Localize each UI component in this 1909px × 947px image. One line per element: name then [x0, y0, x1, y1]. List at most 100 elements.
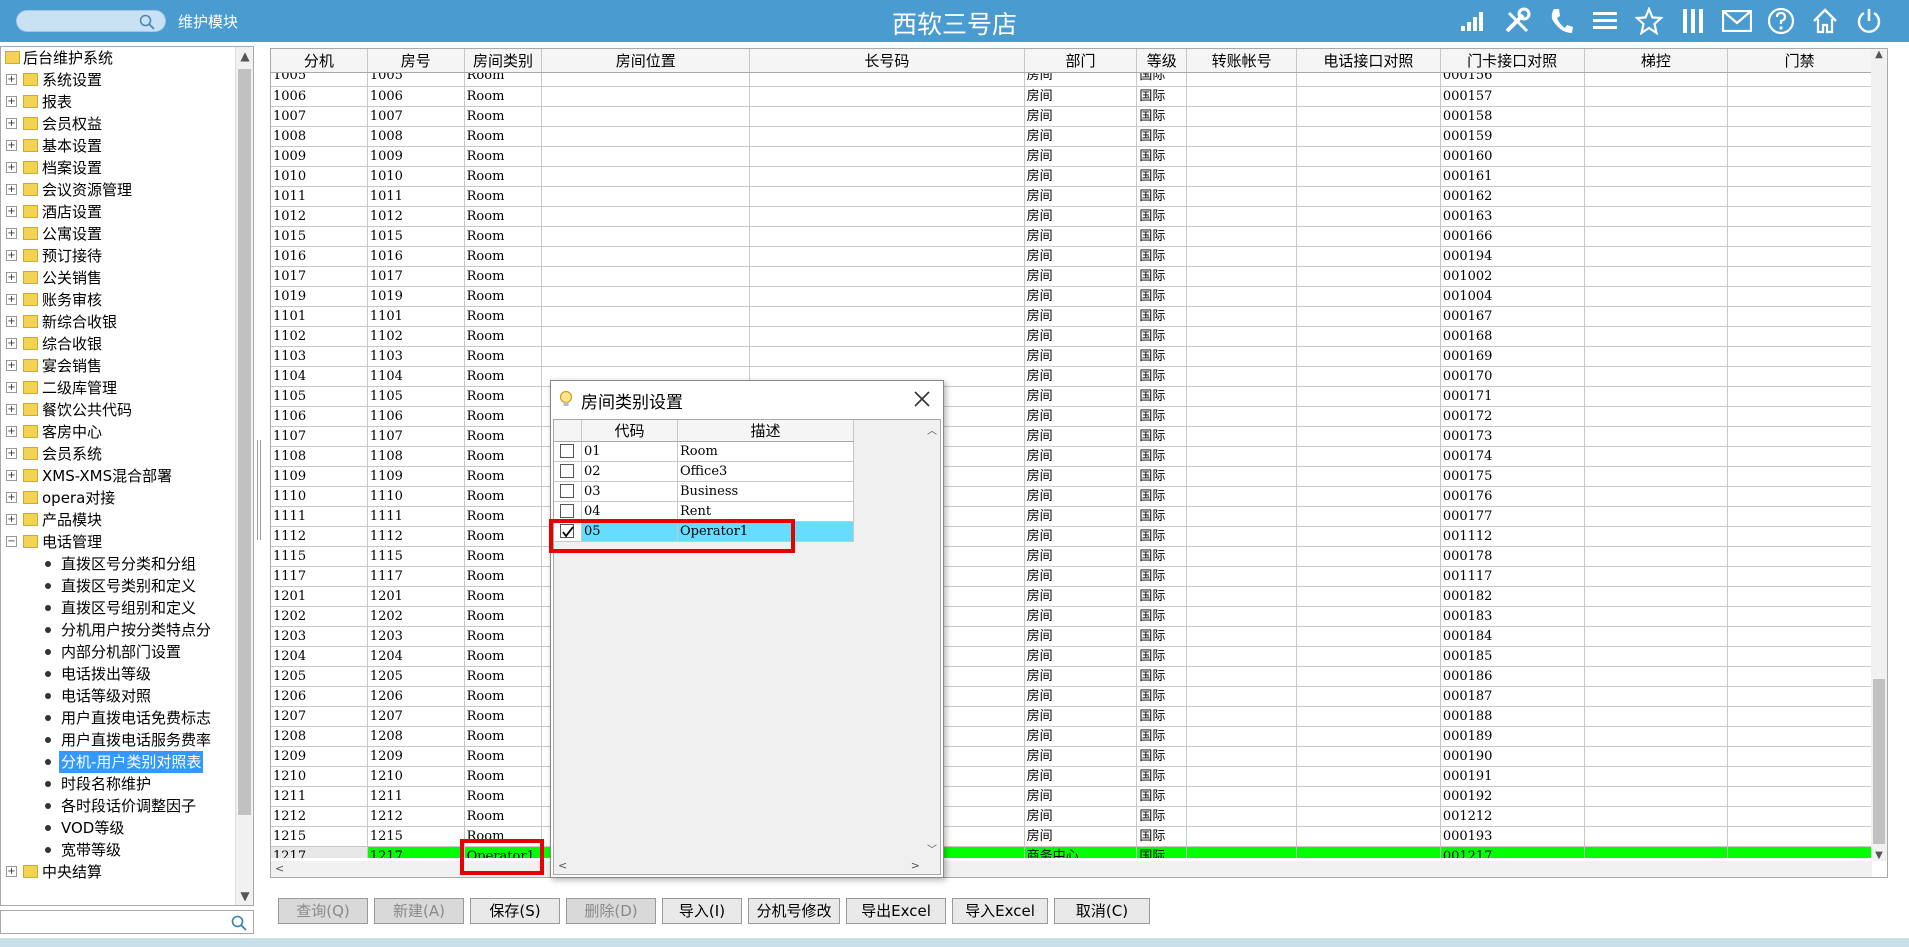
table-cell[interactable]: Room [465, 447, 543, 466]
table-cell[interactable] [750, 347, 1025, 366]
table-cell[interactable]: 000157 [1441, 87, 1585, 106]
table-cell[interactable]: 1212 [368, 807, 465, 826]
table-row[interactable]: 1008 1008 Room 房间 国际 000159 [271, 127, 1872, 147]
table-cell[interactable]: Room [465, 307, 543, 326]
table-cell[interactable]: 1102 [271, 327, 368, 346]
table-cell[interactable]: 1210 [271, 767, 368, 786]
tree-root[interactable]: 后台维护系统 [1, 47, 235, 69]
expand-icon[interactable]: + [6, 184, 17, 195]
table-cell[interactable] [1585, 847, 1729, 858]
table-cell[interactable]: 000185 [1441, 647, 1585, 666]
column-header[interactable]: 房间位置 [542, 49, 751, 72]
table-cell[interactable] [750, 207, 1025, 226]
table-cell[interactable] [1585, 307, 1729, 326]
table-cell[interactable] [1297, 527, 1441, 546]
table-row[interactable]: 1204 1204 Room 房间 国际 000185 [271, 647, 1872, 667]
table-cell[interactable] [1728, 347, 1872, 366]
table-cell[interactable] [1728, 547, 1872, 566]
tree-leaf[interactable]: 直拨区号组别和定义 [1, 597, 235, 619]
table-cell[interactable] [1297, 567, 1441, 586]
expand-icon[interactable]: + [6, 206, 17, 217]
table-cell[interactable] [1585, 567, 1729, 586]
table-cell[interactable]: 1005 [271, 73, 368, 86]
table-cell[interactable]: 房间 [1025, 507, 1138, 526]
tree-scrollbar[interactable]: ▲ ▼ [235, 47, 253, 905]
table-cell[interactable]: Room [465, 487, 543, 506]
table-cell[interactable] [1297, 73, 1441, 86]
table-cell[interactable] [1585, 807, 1729, 826]
scroll-up-icon[interactable]: ︿ [927, 422, 937, 437]
table-cell[interactable] [1728, 327, 1872, 346]
tree-node[interactable]: + 中央结算 [1, 861, 235, 883]
table-row[interactable]: 1206 1206 Room 房间 国际 000187 [271, 687, 1872, 707]
table-cell[interactable]: Room [465, 627, 543, 646]
tree-node[interactable]: + opera对接 [1, 487, 235, 509]
column-header[interactable]: 门禁 [1728, 49, 1872, 72]
table-cell[interactable]: 房间 [1025, 407, 1138, 426]
category-row[interactable]: 03 Business [554, 482, 854, 502]
table-cell[interactable] [1187, 487, 1298, 506]
table-cell[interactable]: 国际 [1137, 307, 1188, 326]
table-cell[interactable] [1728, 247, 1872, 266]
table-cell[interactable] [1187, 827, 1298, 846]
table-row[interactable]: 1209 1209 Room 房间 国际 000190 [271, 747, 1872, 767]
column-header[interactable]: 电话接口对照 [1297, 49, 1441, 72]
table-cell[interactable]: 国际 [1137, 767, 1188, 786]
table-cell[interactable] [1585, 147, 1729, 166]
table-cell[interactable]: 国际 [1137, 547, 1188, 566]
table-cell[interactable]: Room [465, 87, 543, 106]
table-cell[interactable]: 国际 [1137, 267, 1188, 286]
table-cell[interactable]: 1204 [368, 647, 465, 666]
table-cell[interactable] [1187, 247, 1298, 266]
table-cell[interactable] [1297, 247, 1441, 266]
table-cell[interactable]: Room [465, 747, 543, 766]
table-cell[interactable] [1297, 87, 1441, 106]
table-row[interactable]: 1207 1207 Room 房间 国际 000188 [271, 707, 1872, 727]
table-row[interactable]: 1103 1103 Room 房间 国际 000169 [271, 347, 1872, 367]
table-cell[interactable]: 1012 [368, 207, 465, 226]
table-cell[interactable]: 001212 [1441, 807, 1585, 826]
table-cell[interactable]: 房间 [1025, 427, 1138, 446]
checkbox[interactable] [560, 484, 574, 498]
table-cell[interactable] [1728, 627, 1872, 646]
table-cell[interactable]: 1208 [271, 727, 368, 746]
expand-icon[interactable]: + [6, 272, 17, 283]
category-desc[interactable]: Office3 [678, 462, 854, 481]
expand-icon[interactable]: + [6, 866, 17, 877]
dialog-horizontal-scrollbar[interactable]: < > [554, 858, 924, 874]
table-cell[interactable]: 国际 [1137, 247, 1188, 266]
table-cell[interactable]: 国际 [1137, 327, 1188, 346]
table-cell[interactable] [1187, 227, 1298, 246]
table-cell[interactable]: 1217 [271, 847, 368, 858]
table-cell[interactable] [1187, 267, 1298, 286]
scroll-thumb[interactable] [1873, 679, 1885, 844]
table-cell[interactable] [1297, 747, 1441, 766]
table-cell[interactable]: 1005 [368, 73, 465, 86]
table-cell[interactable]: 000191 [1441, 767, 1585, 786]
table-cell[interactable]: 1205 [271, 667, 368, 686]
table-cell[interactable] [1585, 127, 1729, 146]
table-cell[interactable]: 1016 [271, 247, 368, 266]
action-button[interactable]: 保存(S) [470, 898, 560, 924]
table-row[interactable]: 1117 1117 Room 房间 国际 001117 [271, 567, 1872, 587]
table-row[interactable]: 1109 1109 Room 房间 国际 000175 [271, 467, 1872, 487]
tree-node[interactable]: + 新综合收银 [1, 311, 235, 333]
expand-icon[interactable]: + [6, 448, 17, 459]
table-cell[interactable]: Room [465, 287, 543, 306]
expand-icon[interactable]: + [6, 404, 17, 415]
mail-icon[interactable] [1721, 5, 1753, 37]
table-cell[interactable] [1187, 727, 1298, 746]
table-cell[interactable]: 房间 [1025, 247, 1138, 266]
table-cell[interactable]: 房间 [1025, 267, 1138, 286]
table-cell[interactable]: Room [465, 107, 543, 126]
table-cell[interactable] [750, 73, 1025, 86]
table-cell[interactable] [1585, 407, 1729, 426]
table-cell[interactable] [1585, 107, 1729, 126]
tree-node[interactable]: + 餐饮公共代码 [1, 399, 235, 421]
table-cell[interactable]: 1011 [368, 187, 465, 206]
tree-node[interactable]: + 系统设置 [1, 69, 235, 91]
tree-node[interactable]: + 基本设置 [1, 135, 235, 157]
table-cell[interactable] [1585, 527, 1729, 546]
table-cell[interactable]: 房间 [1025, 547, 1138, 566]
action-button[interactable]: 删除(D) [566, 898, 656, 924]
